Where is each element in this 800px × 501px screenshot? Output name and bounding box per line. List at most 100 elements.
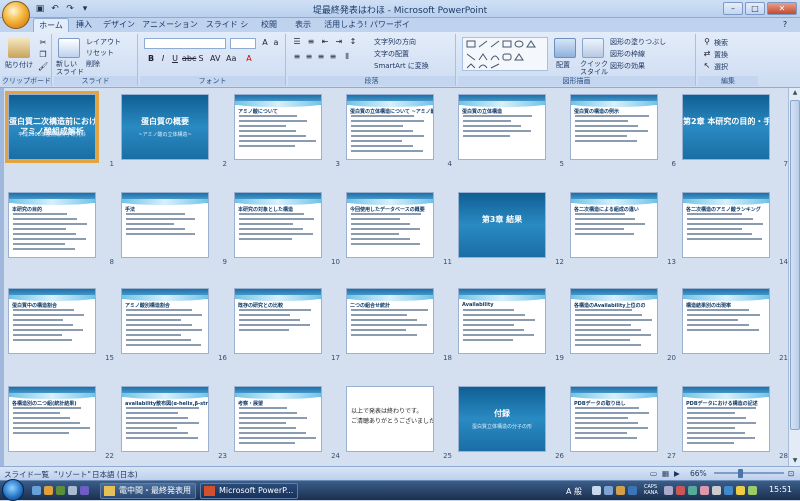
paste-icon[interactable] xyxy=(8,38,30,58)
taskbar-folder-button[interactable]: 電中間・最終発表用 xyxy=(100,483,196,499)
shrink-font-icon[interactable]: a xyxy=(271,38,281,48)
tab-home[interactable]: ホーム xyxy=(33,18,69,32)
undo-icon[interactable]: ↶ xyxy=(49,3,61,15)
italic-icon[interactable]: I xyxy=(158,54,168,64)
slide-thumbnail[interactable]: availability散布図(α-helix,β-strand) xyxy=(121,386,209,452)
shape-fill-button[interactable]: 図形の塗りつぶし xyxy=(610,37,666,47)
tab-addin[interactable]: 活用しよう! パワーポイント xyxy=(322,18,412,43)
tray-icon-7[interactable] xyxy=(736,486,745,495)
slide-thumbnail[interactable]: 考察・展望 xyxy=(234,386,322,452)
slide-thumbnail[interactable]: 各構造のAvailability上位のの xyxy=(570,288,658,354)
tab-slideshow[interactable]: スライド ショー xyxy=(202,18,252,43)
slide-thumbnail[interactable]: 以上で発表は終わりです。 ご清聴ありがとうございました。 xyxy=(346,386,434,452)
fit-window-icon[interactable]: ⊡ xyxy=(788,469,794,478)
close-button[interactable]: ✕ xyxy=(767,2,797,15)
language-status[interactable]: 日本語 (日本) xyxy=(92,469,138,480)
start-button[interactable] xyxy=(2,479,24,501)
slide-thumbnail[interactable]: PDBデータにおける構造の記述 xyxy=(682,386,770,452)
text-direction-button[interactable]: 文字列の方向 xyxy=(374,37,416,47)
align-text-button[interactable]: 文字の配置 xyxy=(374,49,409,59)
scroll-thumb[interactable] xyxy=(790,100,800,430)
slide-thumbnail[interactable]: 蛋白質中の構造割合 xyxy=(8,288,96,354)
ime-icon-2[interactable] xyxy=(604,486,613,495)
underline-icon[interactable]: U xyxy=(170,54,180,64)
slide-thumbnail[interactable]: 本研究の目的 xyxy=(8,192,96,258)
slide-thumbnail[interactable]: 蛋白質の概要 ~アミノ酸の立体構造~ xyxy=(121,94,209,160)
spacing-icon[interactable]: AV xyxy=(210,54,220,64)
copy-icon[interactable]: ❐ xyxy=(38,50,48,60)
font-size-combo[interactable] xyxy=(230,38,256,49)
shape-outline-button[interactable]: 図形の枠線 xyxy=(610,49,645,59)
align-left-icon[interactable]: ≡ xyxy=(292,52,302,62)
normal-view-icon[interactable]: ▭ xyxy=(650,469,657,478)
strikethrough-icon[interactable]: abc xyxy=(182,54,196,64)
help-icon[interactable]: ? xyxy=(780,20,790,30)
ime-status[interactable]: A 般 xyxy=(566,486,582,497)
shadow-icon[interactable]: S xyxy=(196,54,206,64)
align-center-icon[interactable]: ≡ xyxy=(304,52,314,62)
tab-insert[interactable]: 挿入 xyxy=(72,18,96,32)
bold-icon[interactable]: B xyxy=(146,54,156,64)
quick-styles-icon[interactable] xyxy=(582,38,604,58)
slide-thumbnail[interactable]: PDBデータの取り出し xyxy=(570,386,658,452)
slide-thumbnail[interactable]: 各構造別の二つ組(統計結果) xyxy=(8,386,96,452)
slide-thumbnail[interactable]: 構造結果別の出現率 xyxy=(682,288,770,354)
slide-thumbnail[interactable]: 既存の研究との比較 xyxy=(234,288,322,354)
scroll-up-icon[interactable]: ▲ xyxy=(790,88,800,98)
tray-icon-2[interactable] xyxy=(676,486,685,495)
shapes-gallery[interactable] xyxy=(462,37,548,71)
zoom-slider[interactable] xyxy=(714,472,784,474)
redo-icon[interactable]: ↷ xyxy=(64,3,76,15)
tab-design[interactable]: デザイン xyxy=(102,18,136,32)
slide-thumbnail[interactable]: 付録 蛋白質立体構造の分子の形 xyxy=(458,386,546,452)
arrange-button[interactable]: 配置 xyxy=(556,60,570,70)
tray-icon-4[interactable] xyxy=(700,486,709,495)
change-case-icon[interactable]: Aa xyxy=(226,54,236,64)
quicklaunch-icon-2[interactable] xyxy=(44,486,53,495)
zoom-level[interactable]: 66% xyxy=(690,469,707,478)
minimize-button[interactable]: – xyxy=(723,2,743,15)
slide-thumbnail[interactable]: 第2章 本研究の目的・手法 xyxy=(682,94,770,160)
arrange-icon[interactable] xyxy=(554,38,576,58)
tray-icon-3[interactable] xyxy=(688,486,697,495)
tray-icon-1[interactable] xyxy=(664,486,673,495)
delete-button[interactable]: 削除 xyxy=(86,59,100,69)
decrease-indent-icon[interactable]: ⇤ xyxy=(320,37,330,47)
quicklaunch-icon-3[interactable] xyxy=(56,486,65,495)
tab-review[interactable]: 校閲 xyxy=(258,18,280,32)
slide-thumbnail[interactable]: 蛋白質二次構造前における アミノ酸組成解析 平成2008年度情報科学研究科 xyxy=(5,91,99,163)
paste-button[interactable]: 貼り付け xyxy=(5,60,33,70)
new-slide-button[interactable]: 新しい スライド xyxy=(56,60,84,76)
slide-thumbnail[interactable]: アミノ酸別構造割合 xyxy=(121,288,209,354)
grow-font-icon[interactable]: A xyxy=(260,38,270,48)
customize-qat-icon[interactable]: ▾ xyxy=(79,3,91,15)
slideshow-view-icon[interactable]: ▶ xyxy=(674,469,680,478)
quicklaunch-icon-4[interactable] xyxy=(68,486,77,495)
slide-thumbnail[interactable]: 手法 xyxy=(121,192,209,258)
font-color-icon[interactable]: A xyxy=(244,54,254,64)
layout-button[interactable]: レイアウト xyxy=(86,37,121,47)
tray-icon-5[interactable] xyxy=(712,486,721,495)
slide-thumbnail[interactable]: アミノ酸について xyxy=(234,94,322,160)
font-name-combo[interactable] xyxy=(144,38,226,49)
format-painter-icon[interactable]: 🖌 xyxy=(38,62,48,72)
ime-icon-4[interactable] xyxy=(628,486,637,495)
numbering-icon[interactable]: ≡ xyxy=(306,37,316,47)
columns-icon[interactable]: ⫴ xyxy=(342,52,352,62)
find-button[interactable]: 検索 xyxy=(714,38,728,48)
tray-icon-8[interactable] xyxy=(748,486,757,495)
increase-indent-icon[interactable]: ⇥ xyxy=(334,37,344,47)
office-button[interactable] xyxy=(2,1,30,29)
shape-effects-button[interactable]: 図形の効果 xyxy=(610,61,645,71)
align-right-icon[interactable]: ≡ xyxy=(316,52,326,62)
cut-icon[interactable]: ✂ xyxy=(38,38,48,48)
maximize-button[interactable]: □ xyxy=(745,2,765,15)
new-slide-icon[interactable] xyxy=(58,38,80,58)
slide-thumbnail[interactable]: 各二次構造による組成の違い xyxy=(570,192,658,258)
tab-view[interactable]: 表示 xyxy=(292,18,314,32)
vertical-scrollbar[interactable]: ▲ ▼ xyxy=(788,88,800,466)
justify-icon[interactable]: ≡ xyxy=(328,52,338,62)
ime-icon-1[interactable] xyxy=(592,486,601,495)
slide-thumbnail[interactable]: 第3章 結果 xyxy=(458,192,546,258)
tray-icon-6[interactable] xyxy=(724,486,733,495)
